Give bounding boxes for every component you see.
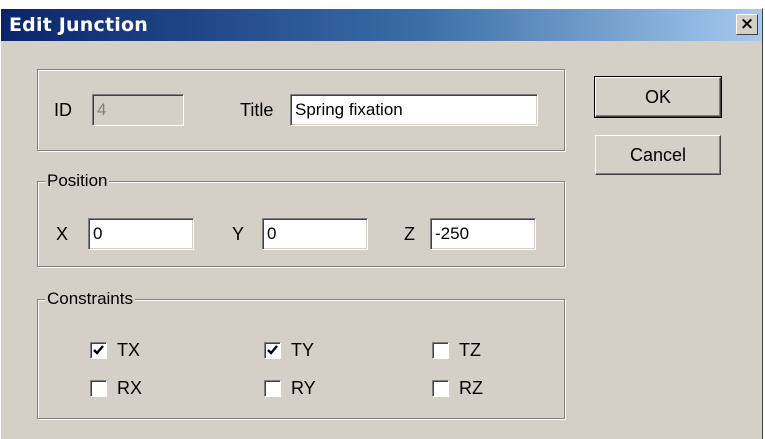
position-legend: Position [45, 171, 110, 191]
constraint-rz[interactable]: RZ [432, 378, 483, 399]
tx-label: TX [117, 340, 141, 360]
constraints-legend: Constraints [45, 289, 135, 309]
ty-checkbox[interactable] [264, 342, 281, 359]
x-label: X [56, 224, 69, 244]
title-field[interactable]: Spring fixation [290, 94, 538, 126]
tz-label: TZ [459, 340, 481, 360]
z-field[interactable]: -250 [430, 218, 536, 250]
ry-checkbox[interactable] [264, 380, 281, 397]
id-label: ID [54, 100, 72, 120]
title-label: Title [240, 100, 274, 120]
position-group: Position X 0 Y 0 Z -250 [37, 171, 565, 267]
y-label: Y [232, 224, 245, 244]
rz-label: RZ [459, 378, 483, 398]
close-icon: × [739, 14, 755, 34]
y-field[interactable]: 0 [262, 218, 368, 250]
constraint-rx[interactable]: RX [90, 378, 142, 399]
ry-label: RY [291, 378, 316, 398]
ok-button[interactable]: OK [594, 76, 722, 118]
cancel-button[interactable]: Cancel [595, 135, 721, 175]
edit-junction-dialog: Edit Junction × ID 4 Title Spring fixati… [0, 8, 763, 439]
constraint-tx[interactable]: TX [90, 340, 140, 361]
x-field[interactable]: 0 [88, 218, 194, 250]
check-mark-icon [93, 345, 104, 355]
window-title: Edit Junction [9, 14, 148, 36]
rx-label: RX [117, 378, 143, 398]
close-button[interactable]: × [736, 14, 758, 35]
constraint-tz[interactable]: TZ [432, 340, 481, 361]
constraint-ry[interactable]: RY [264, 378, 316, 399]
rz-checkbox[interactable] [432, 380, 449, 397]
check-mark-icon [267, 345, 278, 355]
ty-label: TY [291, 340, 315, 360]
id-field: 4 [92, 94, 184, 126]
constraint-ty[interactable]: TY [264, 340, 314, 361]
constraints-group: Constraints TX TY TZ RX RY RZ [37, 289, 565, 419]
rx-checkbox[interactable] [90, 380, 107, 397]
z-label: Z [404, 224, 415, 244]
tx-checkbox[interactable] [90, 342, 107, 359]
title-bar[interactable]: Edit Junction × [1, 9, 762, 41]
tz-checkbox[interactable] [432, 342, 449, 359]
identity-group: ID 4 Title Spring fixation [37, 69, 565, 151]
